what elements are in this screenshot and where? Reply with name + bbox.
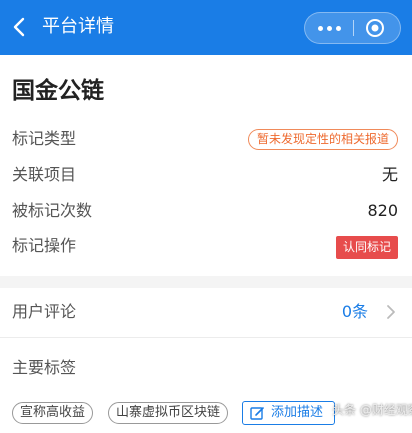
tag-chip[interactable]: 山寨虚拟币区块链 bbox=[108, 402, 229, 424]
edit-icon bbox=[250, 407, 264, 420]
capsule-divider bbox=[353, 20, 354, 36]
platform-name: 国金公链 bbox=[12, 78, 104, 104]
mark-count-label: 被标记次数 bbox=[12, 201, 93, 220]
main-tags-title: 主要标签 bbox=[12, 358, 77, 377]
mark-type-label: 标记类型 bbox=[12, 129, 77, 148]
main-tags-section: 主要标签 宣称高收益 山寨虚拟币区块链 添加描述 头条 @财经观察 bbox=[0, 337, 412, 433]
user-reviews-label: 用户评论 bbox=[12, 302, 77, 321]
page-title: 平台详情 bbox=[42, 16, 114, 37]
navigation-bar: 平台详情 bbox=[0, 0, 412, 55]
user-reviews-row[interactable]: 用户评论 0条 bbox=[0, 288, 412, 337]
target-circle-icon[interactable] bbox=[365, 18, 385, 38]
related-project-value: 无 bbox=[381, 165, 398, 184]
chevron-right-icon bbox=[385, 303, 397, 321]
platform-info-card: 国金公链 标记类型 暂未发现定性的相关报道 关联项目 无 被标记次数 820 标… bbox=[0, 55, 412, 276]
agree-mark-button[interactable]: 认同标记 bbox=[335, 236, 398, 259]
mark-type-tag: 暂未发现定性的相关报道 bbox=[247, 129, 398, 150]
tag-chip[interactable]: 宣称高收益 bbox=[12, 402, 94, 424]
user-reviews-count: 0条 bbox=[341, 302, 368, 321]
more-dots-icon[interactable] bbox=[305, 13, 353, 43]
mark-count-value: 820 bbox=[367, 201, 398, 220]
chevron-left-icon[interactable] bbox=[8, 14, 32, 40]
related-project-label: 关联项目 bbox=[12, 165, 77, 184]
add-description-label: 添加描述 bbox=[271, 405, 324, 420]
mark-action-label: 标记操作 bbox=[12, 236, 77, 255]
add-description-button[interactable]: 添加描述 bbox=[242, 401, 335, 425]
miniprogram-capsule bbox=[304, 12, 401, 44]
watermark: 头条 @财经观察 bbox=[332, 403, 412, 417]
